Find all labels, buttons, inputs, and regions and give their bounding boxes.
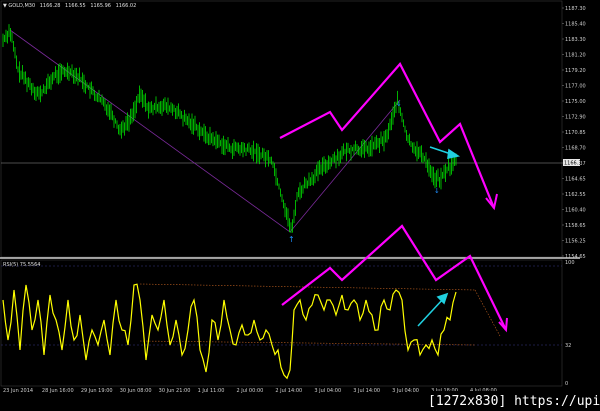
ohlc-high: 1166.55 — [65, 3, 86, 9]
time-axis-label: 28 Jun 16:00 — [42, 388, 74, 394]
time-axis-label: 2 Jul 14:00 — [275, 388, 302, 394]
time-axis-label: 3 Jul 04:00 — [392, 388, 419, 394]
price-axis-label: 1158.65 — [565, 223, 586, 229]
time-axis-label: 30 Jun 21:00 — [159, 388, 191, 394]
watermark-text: [1272x830] https://upic.me/ — [428, 394, 600, 409]
price-axis-label: 1168.70 — [565, 146, 586, 152]
symbol-label: ▼ GOLD,M30 — [3, 3, 35, 9]
price-axis-label: 1162.55 — [565, 192, 586, 198]
rsi-axis-0: 0 — [565, 381, 568, 387]
price-axis-label: 1187.30 — [565, 6, 586, 12]
fractal-down-arrow-icon: ↓ — [396, 100, 402, 108]
price-axis-label: 1170.85 — [565, 130, 586, 136]
time-axis-label: 3 Jul 04:00 — [314, 388, 341, 394]
price-axis-label: 1156.25 — [565, 239, 586, 245]
current-price-label: 1166.37 — [564, 161, 585, 167]
time-axis-label: 2 Jul 00:00 — [237, 388, 264, 394]
time-axis-label: 30 Jun 08:00 — [120, 388, 152, 394]
price-axis-label: 1175.00 — [565, 99, 586, 105]
rsi-axis-32: 32 — [565, 343, 571, 349]
fractal-down-arrow-icon-2: ↓ — [434, 187, 440, 195]
time-axis-label: 29 Jun 19:00 — [81, 388, 113, 394]
ohlc-low: 1165.96 — [90, 3, 111, 9]
ohlc-close: 1166.02 — [116, 3, 137, 9]
ohlc-open: 1166.28 — [40, 3, 61, 9]
price-axis-label: 1172.90 — [565, 115, 586, 121]
price-axis-label: 1160.40 — [565, 208, 586, 214]
chart-header: ▼ GOLD,M30 1166.28 1166.55 1165.96 1166.… — [3, 3, 136, 9]
price-axis-label: 1185.40 — [565, 22, 586, 28]
price-axis-label: 1183.30 — [565, 37, 586, 43]
time-axis-label: 1 Jul 11:00 — [198, 388, 225, 394]
time-axis-label: 23 Jun 2014 — [3, 388, 33, 394]
mt4-chart-window[interactable]: ▼ GOLD,M30 1166.28 1166.55 1165.96 1166.… — [0, 0, 600, 411]
rsi-axis-100: 100 — [565, 260, 575, 266]
rsi-label: RSI(5) 75.5564 — [3, 262, 40, 268]
time-axis-label: 3 Jul 14:00 — [353, 388, 380, 394]
fractal-up-arrow-icon: ↑ — [288, 235, 295, 244]
price-axis-label: 1179.20 — [565, 68, 586, 74]
price-axis-label: 1177.00 — [565, 84, 586, 90]
price-axis-label: 1181.20 — [565, 53, 586, 59]
price-axis-label: 1164.65 — [565, 177, 586, 183]
